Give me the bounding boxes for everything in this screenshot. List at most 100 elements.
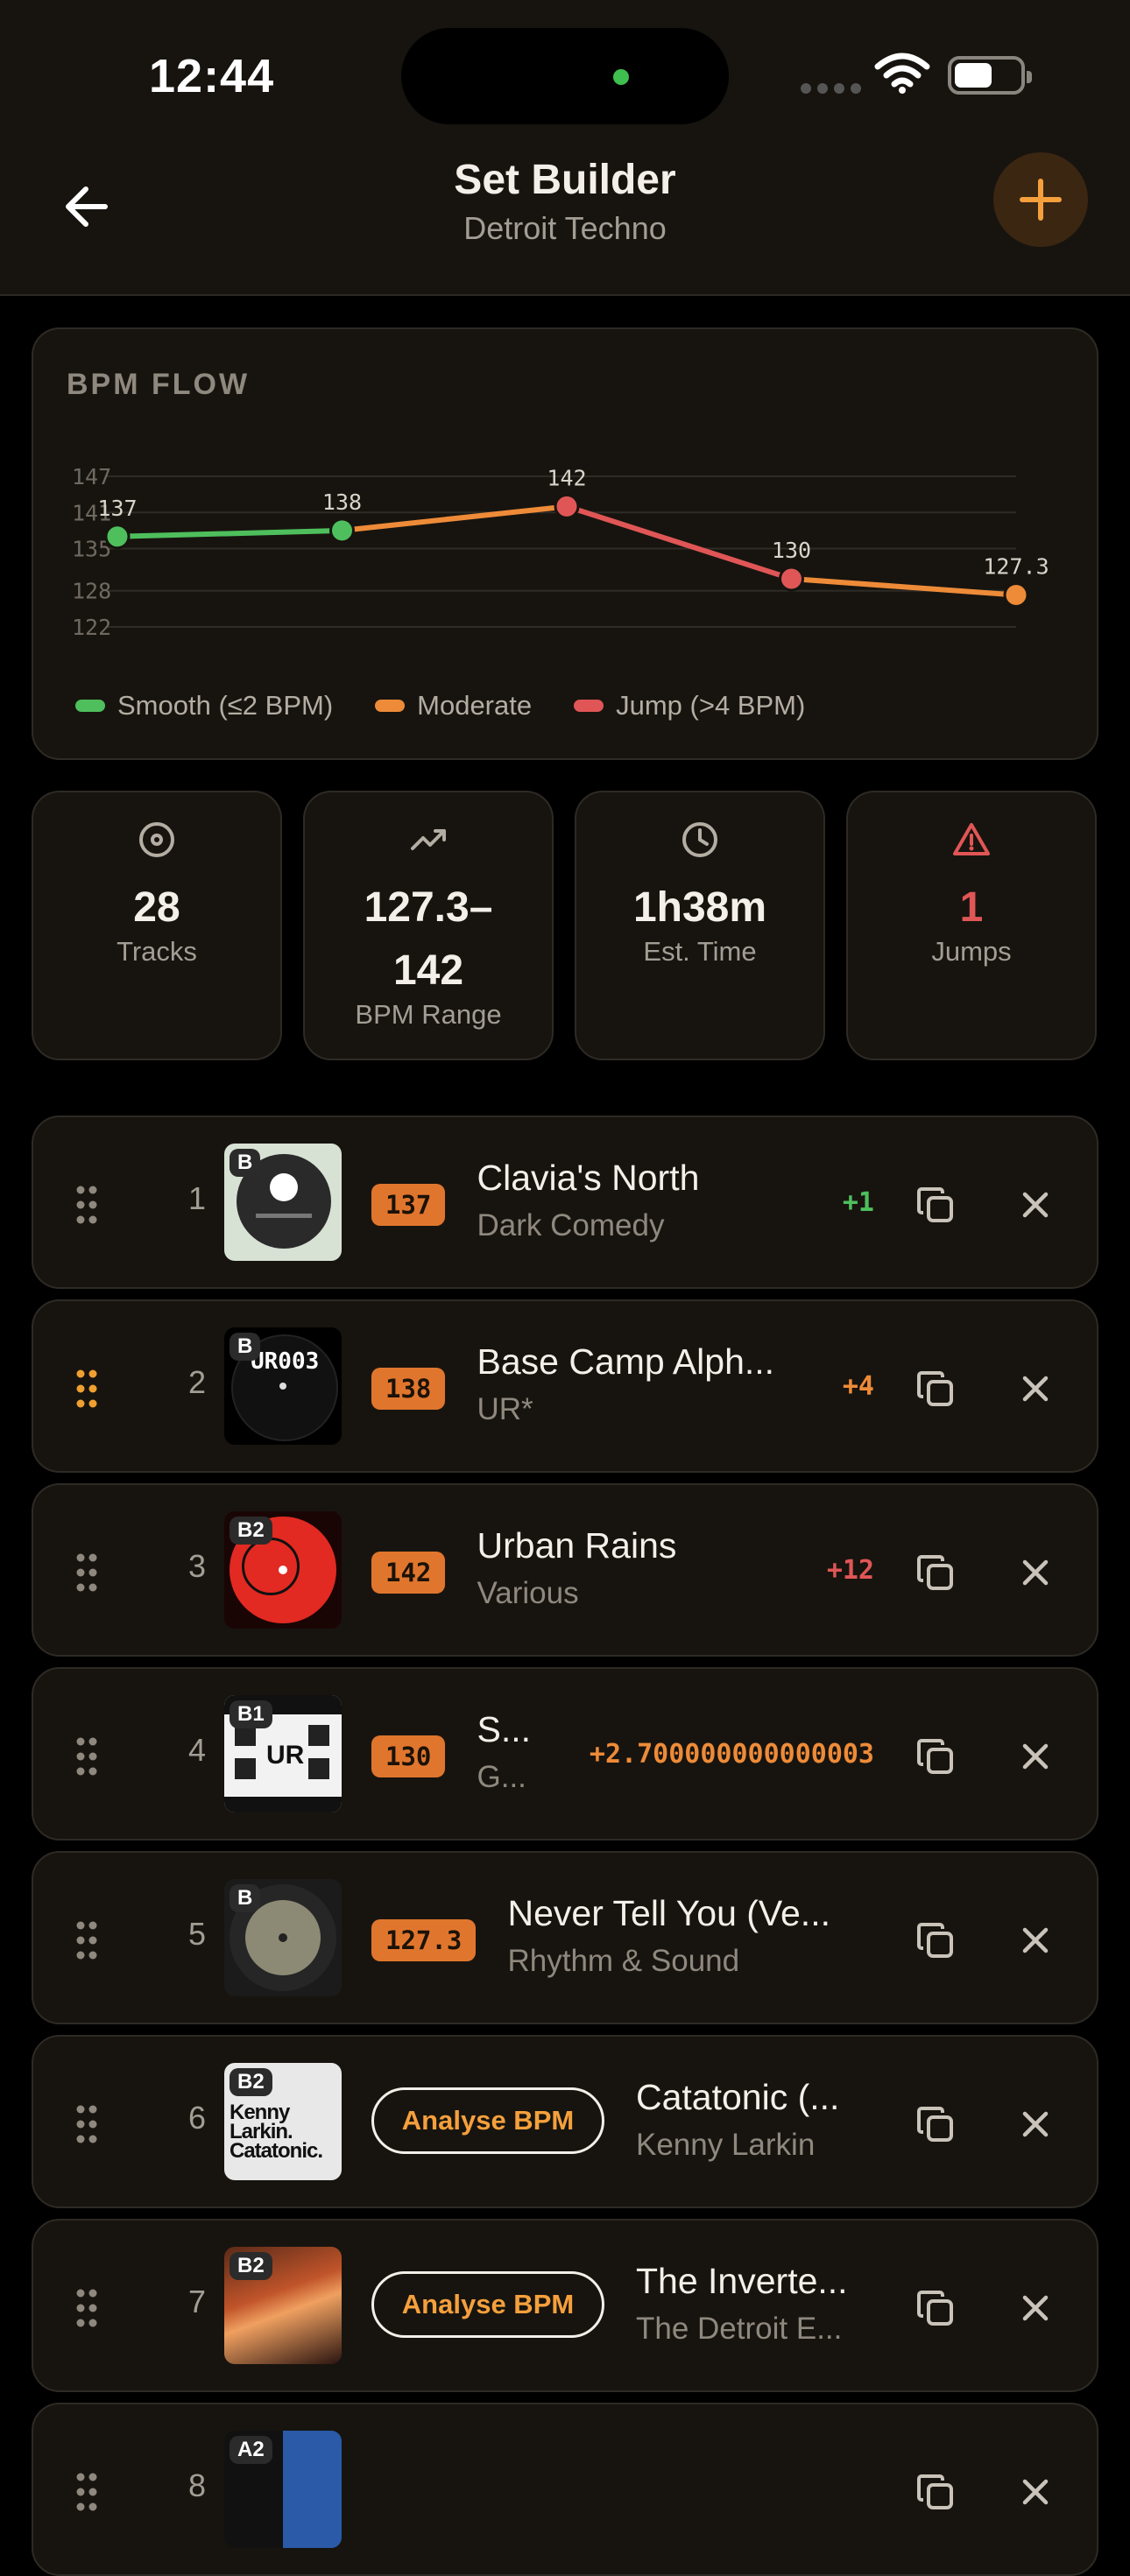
duplicate-button[interactable] [915, 1552, 958, 1595]
remove-button[interactable] [1018, 1739, 1053, 1774]
trending-up-icon [305, 820, 552, 863]
data-point[interactable] [554, 493, 580, 519]
stat-value: 1 [959, 884, 984, 931]
track-row[interactable]: 4 UR B1 130 S... G... +2.700000000000003 [32, 1667, 1098, 1841]
data-point[interactable] [329, 517, 355, 544]
data-label: 142 [547, 465, 586, 490]
legend-swatch [375, 700, 406, 712]
camera-indicator [613, 69, 629, 85]
stat-label: BPM Range [355, 999, 502, 1030]
drag-handle-icon[interactable] [75, 1186, 98, 1228]
series-segment [115, 527, 345, 539]
remove-button[interactable] [1018, 1371, 1053, 1406]
data-point[interactable] [779, 566, 804, 592]
close-icon [1022, 1559, 1049, 1586]
remove-button[interactable] [1018, 2107, 1053, 2142]
plus-icon [1020, 179, 1062, 221]
close-icon [1022, 1376, 1049, 1402]
side-badge: A2 [230, 2436, 272, 2464]
copy-icon [917, 1371, 953, 1406]
analyse-bpm-button[interactable]: Analyse BPM [371, 2271, 604, 2338]
drag-handle-icon[interactable] [75, 2473, 98, 2516]
track-title: Urban Rains [477, 1525, 677, 1566]
remove-button[interactable] [1018, 2291, 1053, 2326]
track-title: Catatonic (... [636, 2077, 840, 2117]
stat-value: 127.3– 142 [364, 884, 493, 994]
album-art: B2 [224, 2247, 342, 2364]
bpm-flow-chart: 147141135128122137 138142130127.3 [72, 464, 1049, 640]
remove-button[interactable] [1018, 2474, 1053, 2509]
dynamic-island [401, 28, 729, 124]
stat-label: Jumps [931, 936, 1012, 967]
bpm-badge: 138 [371, 1368, 446, 1410]
remove-button[interactable] [1018, 1923, 1053, 1958]
drag-handle-icon[interactable] [75, 2105, 98, 2148]
remove-button[interactable] [1018, 1187, 1053, 1222]
duplicate-button[interactable] [915, 1735, 958, 1779]
data-label: 127.3 [983, 554, 1049, 580]
legend-item: Moderate [375, 690, 532, 721]
duplicate-button[interactable] [915, 2287, 958, 2331]
analyse-bpm-button[interactable]: Analyse BPM [371, 2087, 604, 2154]
duplicate-button[interactable] [915, 2103, 958, 2147]
copy-icon [917, 1739, 953, 1774]
drag-handle-icon[interactable] [75, 1737, 98, 1780]
duplicate-button[interactable] [915, 1368, 958, 1411]
album-art: Kenny Larkin. Catatonic. B2 [224, 2063, 342, 2180]
track-row[interactable]: 5 B 127.3 Never Tell You (Ve... Rhythm & Sou… [32, 1851, 1098, 2024]
data-point[interactable] [104, 524, 131, 550]
track-title: S... [477, 1709, 532, 1749]
track-row[interactable]: 1 B 137 Clavia's North Dark Comedy +1 [32, 1116, 1098, 1289]
track-row[interactable]: 8 A2 [32, 2403, 1098, 2576]
clock-icon [576, 820, 823, 863]
stat-bpm-range: 127.3– 142 BPM Range [303, 791, 554, 1060]
bpm-delta: +1 [842, 1187, 874, 1218]
track-row[interactable]: 2 UR003 B 138 Base Camp Alph... UR* +4 [32, 1299, 1098, 1473]
legend-label: Moderate [417, 690, 533, 721]
stat-value: 1h38m [632, 884, 767, 931]
close-icon [1022, 1927, 1049, 1953]
disc-icon [33, 820, 280, 863]
series-segment [339, 503, 569, 533]
warning-icon [848, 820, 1095, 863]
legend-swatch [574, 700, 604, 712]
duplicate-button[interactable] [915, 1919, 958, 1963]
copy-icon [917, 1187, 953, 1222]
bpm-badge: 137 [371, 1184, 446, 1226]
data-label: 137 [97, 496, 137, 521]
copy-icon [917, 2291, 953, 2326]
track-artist: Various [477, 1576, 579, 1610]
track-title: Clavia's North [477, 1158, 700, 1198]
drag-handle-icon[interactable] [75, 1553, 98, 1596]
track-artist: UR* [477, 1392, 533, 1426]
battery-icon [948, 56, 1032, 95]
data-point[interactable] [1003, 582, 1029, 609]
close-icon [1022, 2295, 1049, 2321]
series-segment [564, 503, 795, 581]
close-icon [1022, 2479, 1049, 2505]
add-track-button[interactable] [993, 152, 1088, 247]
chart-legend: Smooth (≤2 BPM) Moderate Jump (>4 BPM) [75, 690, 805, 721]
track-row[interactable]: 7 B2 Analyse BPM The Inverte... The Detroit … [32, 2219, 1098, 2392]
track-artist: The Detroit E... [636, 2312, 843, 2346]
close-icon [1022, 2111, 1049, 2137]
drag-handle-icon[interactable] [75, 2289, 98, 2332]
copy-icon [917, 1923, 953, 1958]
duplicate-button[interactable] [915, 1184, 958, 1228]
page-subtitle: Detroit Techno [463, 210, 667, 246]
bpm-delta: +12 [826, 1555, 874, 1586]
track-row[interactable]: 3 B2 142 Urban Rains Various +12 [32, 1483, 1098, 1657]
legend-label: Jump (>4 BPM) [616, 690, 806, 721]
album-art: B [224, 1144, 342, 1261]
drag-handle-icon[interactable] [75, 1921, 98, 1964]
status-time: 12:44 [149, 50, 275, 102]
track-row[interactable]: 6 Kenny Larkin. Catatonic. B2 Analyse BPM Cata… [32, 2035, 1098, 2208]
duplicate-button[interactable] [915, 2471, 958, 2515]
drag-handle-icon[interactable] [75, 1369, 98, 1412]
remove-button[interactable] [1018, 1555, 1053, 1590]
legend-item: Smooth (≤2 BPM) [75, 690, 333, 721]
album-art: B [224, 1879, 342, 1996]
stat-value: 28 [133, 884, 180, 931]
bpm-delta: +4 [842, 1371, 874, 1402]
copy-icon [917, 2107, 953, 2142]
